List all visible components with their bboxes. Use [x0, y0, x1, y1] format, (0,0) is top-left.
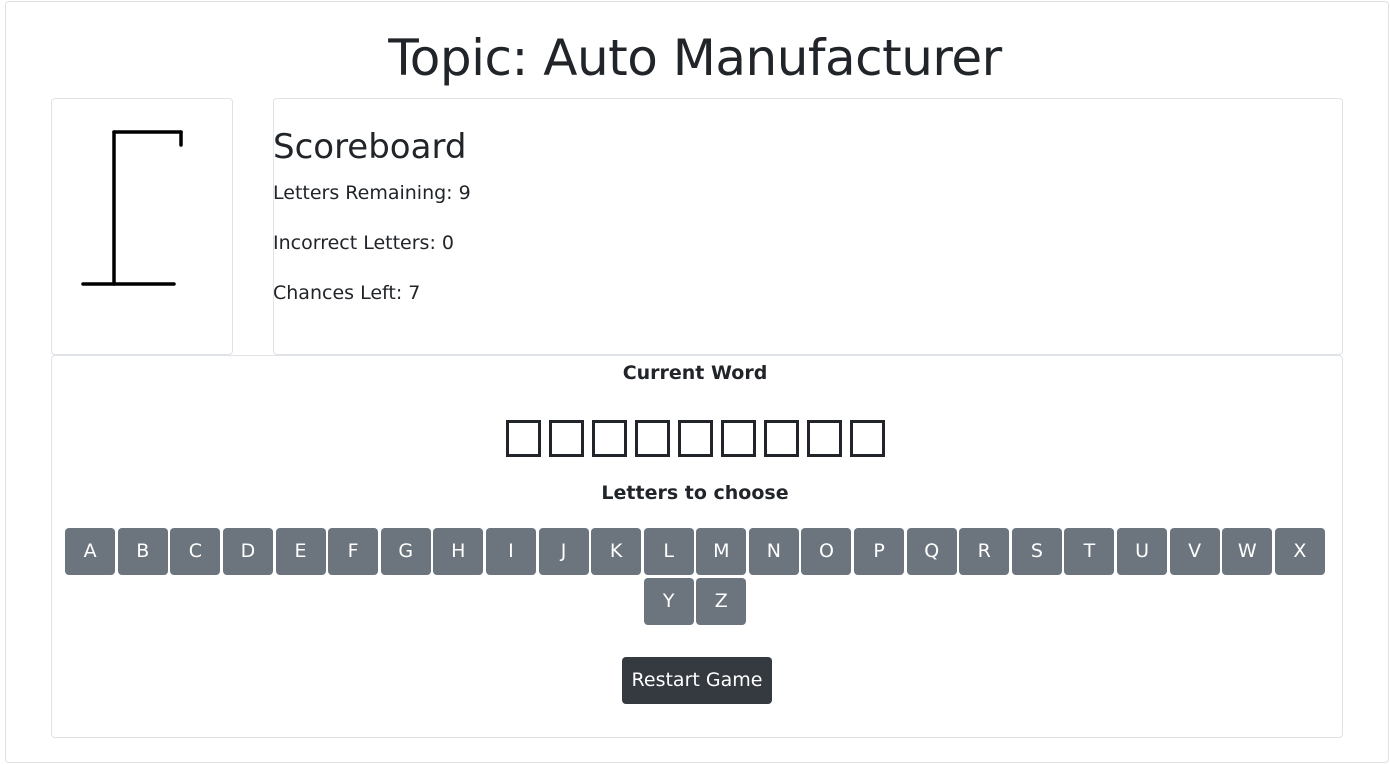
letter-button-s[interactable]: S: [1011, 528, 1062, 575]
letter-button-u[interactable]: U: [1117, 528, 1168, 575]
letter-button-t[interactable]: T: [1064, 528, 1115, 575]
letter-button-n[interactable]: N: [748, 528, 799, 575]
letter-button-h[interactable]: H: [433, 528, 484, 575]
letter-button-l[interactable]: L: [643, 528, 694, 575]
word-letter-slot: [548, 420, 584, 457]
letter-button-d[interactable]: D: [222, 528, 273, 575]
incorrect-letters: Incorrect Letters: 0: [273, 232, 454, 254]
letter-button-j[interactable]: J: [538, 528, 589, 575]
letter-button-y[interactable]: Y: [643, 578, 694, 625]
letter-button-f[interactable]: F: [328, 528, 379, 575]
letter-buttons-row-1: ABCDEFGHIJKLMNOPQRSTUVWX: [0, 528, 1390, 575]
word-letter-slot: [849, 420, 885, 457]
letter-button-v[interactable]: V: [1169, 528, 1220, 575]
word-letter-slot: [634, 420, 670, 457]
letter-button-r[interactable]: R: [959, 528, 1010, 575]
chances-left: Chances Left: 7: [273, 282, 421, 304]
letter-button-i[interactable]: I: [485, 528, 536, 575]
hangman-panel: [51, 98, 233, 355]
letter-button-q[interactable]: Q: [906, 528, 957, 575]
letter-button-x[interactable]: X: [1274, 528, 1325, 575]
topic-title: Topic: Auto Manufacturer: [388, 29, 1002, 87]
word-letter-slot: [806, 420, 842, 457]
restart-game-button[interactable]: Restart Game: [622, 657, 772, 704]
word-letter-slot: [763, 420, 799, 457]
word-letter-slot: [720, 420, 756, 457]
scoreboard-heading: Scoreboard: [273, 127, 467, 167]
letter-button-p[interactable]: P: [854, 528, 905, 575]
letter-button-k[interactable]: K: [591, 528, 642, 575]
word-letter-slot: [591, 420, 627, 457]
word-letter-slot: [505, 420, 541, 457]
letter-button-a[interactable]: A: [65, 528, 116, 575]
letter-button-c[interactable]: C: [170, 528, 221, 575]
word-letter-slot: [677, 420, 713, 457]
letter-button-g[interactable]: G: [380, 528, 431, 575]
letter-button-z[interactable]: Z: [696, 578, 747, 625]
letters-to-choose-label: Letters to choose: [601, 482, 789, 504]
letter-button-m[interactable]: M: [696, 528, 747, 575]
gallows-drawing: [81, 130, 183, 286]
letters-remaining: Letters Remaining: 9: [273, 182, 471, 204]
letter-buttons-row-2: YZ: [0, 578, 1390, 625]
letter-button-b[interactable]: B: [117, 528, 168, 575]
letter-button-w[interactable]: W: [1222, 528, 1273, 575]
letter-button-e[interactable]: E: [275, 528, 326, 575]
word-slots: [0, 419, 1390, 459]
current-word-label: Current Word: [622, 362, 768, 384]
letter-button-o[interactable]: O: [801, 528, 852, 575]
